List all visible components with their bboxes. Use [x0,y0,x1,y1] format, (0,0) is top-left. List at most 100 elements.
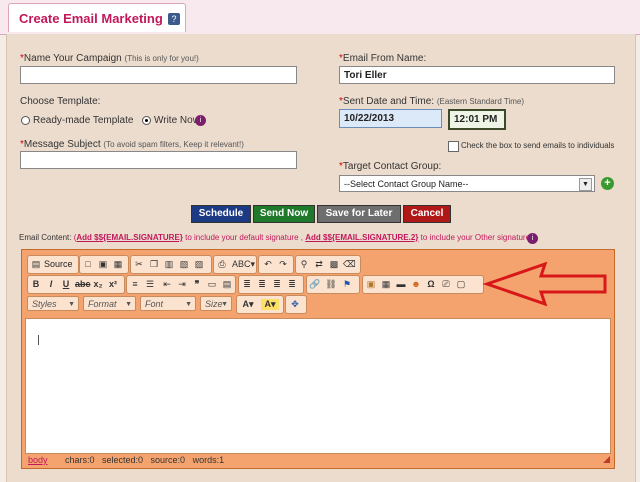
print-icon[interactable]: ⎙ [216,259,228,270]
toolbar-group-basic: B I U abc x₂ x² [27,275,125,294]
sent-date-label: *Sent Date and Time: (Eastern Standard T… [339,96,525,107]
add-signature-link[interactable]: Add $${EMAIL.SIGNATURE} [76,233,183,242]
toolbar-group-source: ▤ Source [27,255,79,274]
rich-text-editor: ▤ Source □ ▣ ▦ ✂ ❐ ▥ ▧ ▨ ⎙ ABC▾ ↶ ↷ ⚲ ⇄ … [21,249,615,469]
schedule-button[interactable]: Schedule [191,205,251,223]
radio-readymade[interactable] [21,116,30,125]
find-icon[interactable]: ⚲ [298,259,310,270]
page-title: Create Email Marketing [19,11,163,26]
table-icon[interactable]: ▦ [380,279,392,290]
bg-color-icon[interactable]: A▾ [261,299,279,310]
add-group-icon[interactable]: + [601,177,614,190]
paste-text-icon[interactable]: ▧ [178,259,190,270]
subscript-icon[interactable]: x₂ [92,279,104,290]
align-center-icon[interactable]: ≣ [256,279,268,290]
redo-icon[interactable]: ↷ [277,259,289,270]
toolbar-group-clipboard: ✂ ❐ ▥ ▧ ▨ [130,255,212,274]
from-name-input[interactable]: Tori Eller [339,66,615,84]
superscript-icon[interactable]: x² [107,279,119,290]
smiley-icon[interactable]: ☻ [410,279,422,290]
styles-combo[interactable]: Styles ▼ [27,296,79,311]
contact-group-select[interactable]: --Select Contact Group Name-- ▼ [339,175,595,192]
select-all-icon[interactable]: ▩ [328,259,340,270]
new-page-icon[interactable]: □ [82,259,94,270]
div-icon[interactable]: ▭ [206,279,218,290]
replace-icon[interactable]: ⇄ [313,259,325,270]
paste-icon[interactable]: ▥ [163,259,175,270]
outdent-icon[interactable]: ⇤ [161,279,173,290]
templates-icon[interactable]: ▦ [112,259,124,270]
italic-icon[interactable]: I [45,279,57,290]
toolbar-group-insert: ▣ ▦ ▬ ☻ Ω ⎚ ▢ [362,275,484,294]
toolbar-group-align: ≣ ≣ ≣ ≣ [238,275,304,294]
align-left-icon[interactable]: ≣ [241,279,253,290]
iframe-icon[interactable]: ▢ [455,279,467,290]
page-break-icon[interactable]: ⎚ [440,279,452,290]
paste-word-icon[interactable]: ▨ [193,259,205,270]
save-for-later-button[interactable]: Save for Later [317,205,401,223]
preview-icon[interactable]: ▣ [97,259,109,270]
blockquote-icon[interactable]: ❞ [191,279,203,290]
cancel-button[interactable]: Cancel [403,205,451,223]
editor-content-area[interactable] [25,318,611,454]
underline-icon[interactable]: U [60,279,72,290]
readymade-label: Ready-made Template [33,115,134,126]
source-icon[interactable]: ▤ [30,259,42,270]
indent-icon[interactable]: ⇥ [176,279,188,290]
individuals-checkbox[interactable] [448,141,459,152]
campaign-name-input[interactable] [20,66,297,84]
individuals-label: Check the box to send emails to individu… [461,141,615,150]
element-path[interactable]: body [28,455,48,465]
send-now-button[interactable]: Send Now [253,205,315,223]
anchor-icon[interactable]: ⚑ [341,279,353,290]
numbered-list-icon[interactable]: ≡ [129,279,141,290]
remove-format-icon[interactable]: ⌫ [343,259,356,270]
copy-icon[interactable]: ❐ [148,259,160,270]
source-button[interactable]: Source [44,259,73,269]
from-name-label: *Email From Name: [339,53,427,64]
tab-create-email-marketing[interactable]: Create Email Marketing ? [8,3,186,32]
add-signature-2-link[interactable]: Add $${EMAIL.SIGNATURE.2} [305,233,418,242]
campaign-label: *Name Your Campaign (This is only for yo… [20,53,199,64]
toolbar-group-doc: □ ▣ ▦ [79,255,129,274]
align-justify-icon[interactable]: ≣ [286,279,298,290]
align-right-icon[interactable]: ≣ [271,279,283,290]
image-icon[interactable]: ▣ [365,279,377,290]
editor-status-bar: body chars:0 selected:0 source:0 words:1 [25,454,611,466]
bold-icon[interactable]: B [30,279,42,290]
unlink-icon[interactable]: ⛓ [325,279,337,290]
radio-write-now[interactable] [142,116,151,125]
spellcheck-icon[interactable]: ABC▾ [232,259,255,270]
horizontal-line-icon[interactable]: ▬ [395,279,407,290]
target-group-label: *Target Contact Group: [339,161,442,172]
special-char-icon[interactable]: Ω [425,279,437,290]
sent-date-input[interactable]: 10/22/2013 [339,109,442,128]
strike-icon[interactable]: abc [75,279,91,290]
template-info-icon[interactable]: i [195,115,206,126]
sent-time-input[interactable]: 12:01 PM [448,109,506,130]
toolbar-group-colors: A▾ A▾ [236,295,284,314]
text-color-icon[interactable]: A▾ [239,299,257,310]
bullet-list-icon[interactable]: ☰ [144,279,156,290]
resize-handle[interactable] [603,456,610,463]
format-combo[interactable]: Format ▼ [83,296,136,311]
tab-bar: Create Email Marketing ? [0,0,640,35]
subject-input[interactable] [20,151,297,169]
write-now-label: Write Now [154,115,200,126]
cut-icon[interactable]: ✂ [133,259,145,270]
maximize-icon[interactable]: ✥ [289,299,301,310]
toolbar-group-undo: ↶ ↷ [258,255,294,274]
link-icon[interactable]: 🔗 [309,279,321,290]
text-caret [38,335,39,345]
toolbar-group-links: 🔗 ⛓ ⚑ [306,275,360,294]
lang-icon[interactable]: ▤ [221,279,233,290]
template-label: Choose Template: [20,96,101,107]
word-count: chars:0 selected:0 source:0 words:1 [65,455,225,465]
font-combo[interactable]: Font ▼ [140,296,196,311]
help-icon[interactable]: ? [168,13,180,25]
content-info-icon[interactable]: i [527,233,538,244]
toolbar-group-tools: ✥ [285,295,307,314]
undo-icon[interactable]: ↶ [262,259,274,270]
size-combo[interactable]: Size ▼ [200,296,232,311]
subject-label: *Message Subject (To avoid spam filters,… [20,139,244,150]
